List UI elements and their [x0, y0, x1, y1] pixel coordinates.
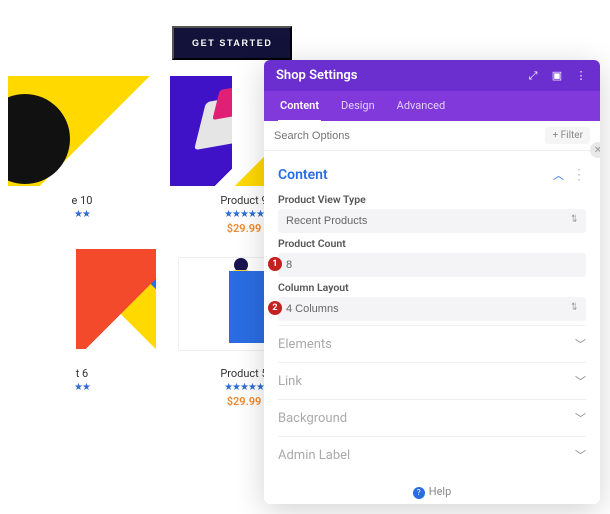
section-title: Elements	[278, 337, 332, 352]
search-row: + Filter	[264, 121, 600, 151]
tab-design[interactable]: Design	[339, 91, 377, 121]
expand-icon[interactable]: ⤢	[526, 69, 540, 83]
product-name: t 6	[8, 367, 156, 380]
chevron-down-icon: ﹀	[575, 410, 586, 426]
field-label: Product View Type	[278, 193, 586, 206]
product-name: e 10	[8, 194, 156, 207]
rating-stars-icon: ★★	[8, 209, 156, 220]
tab-advanced[interactable]: Advanced	[395, 91, 447, 121]
section-header-admin-label[interactable]: Admin Label ﹀	[278, 437, 586, 473]
field-product-view-type: Product View Type Recent Products	[278, 193, 586, 233]
tab-content[interactable]: Content	[278, 91, 321, 122]
section-title: Background	[278, 411, 347, 426]
help-label: Help	[429, 485, 452, 498]
product-card[interactable]: t 6 ★★	[8, 249, 156, 408]
product-count-input[interactable]	[278, 253, 586, 277]
section-title: Content	[278, 167, 328, 183]
field-column-layout: Column Layout 2 4 Columns	[278, 281, 586, 321]
settings-panel: Shop Settings ⤢ ▣ ⋮ Content Design Advan…	[264, 60, 600, 504]
product-thumb	[8, 249, 156, 359]
field-label: Column Layout	[278, 281, 586, 294]
collapsed-sections: Elements ﹀ Link ﹀ Background ﹀ Admin Label ﹀	[264, 325, 600, 473]
product-view-type-select[interactable]: Recent Products	[278, 209, 586, 233]
section-header-link[interactable]: Link ﹀	[278, 363, 586, 399]
product-card[interactable]: e 10 ★★	[8, 76, 156, 235]
chevron-down-icon: ﹀	[575, 373, 586, 389]
section-header-background[interactable]: Background ﹀	[278, 400, 586, 436]
chevron-down-icon: ﹀	[575, 447, 586, 463]
section-header-content[interactable]: Content ︿ ⋮	[278, 161, 586, 189]
panel-header: Shop Settings ⤢ ▣ ⋮ Content Design Advan…	[264, 60, 600, 121]
content-section: Content ︿ ⋮ Product View Type Recent Pro…	[264, 151, 600, 325]
search-input[interactable]	[274, 130, 545, 142]
panel-title: Shop Settings	[276, 68, 526, 83]
chevron-up-icon: ︿	[553, 167, 564, 183]
annotation-marker: 2	[268, 301, 282, 315]
product-thumb	[8, 76, 156, 186]
get-started-button[interactable]: GET STARTED	[172, 26, 292, 60]
more-icon[interactable]: ⋮	[572, 167, 586, 183]
annotation-marker: 1	[268, 257, 282, 271]
field-product-count: Product Count 1	[278, 237, 586, 277]
section-title: Admin Label	[278, 448, 350, 463]
layout-toggle-icon[interactable]: ▣	[550, 69, 564, 83]
help-icon: ?	[413, 487, 425, 499]
column-layout-select[interactable]: 4 Columns	[278, 297, 586, 321]
filter-button[interactable]: + Filter	[545, 127, 590, 144]
chevron-down-icon: ﹀	[575, 336, 586, 352]
section-title: Link	[278, 374, 302, 389]
close-icon[interactable]: ✕	[590, 142, 600, 158]
field-label: Product Count	[278, 237, 586, 250]
tabs: Content Design Advanced	[264, 91, 600, 121]
section-header-elements[interactable]: Elements ﹀	[278, 326, 586, 362]
rating-stars-icon: ★★	[8, 382, 156, 393]
more-icon[interactable]: ⋮	[574, 69, 588, 83]
help-link[interactable]: ? Help	[264, 473, 600, 504]
